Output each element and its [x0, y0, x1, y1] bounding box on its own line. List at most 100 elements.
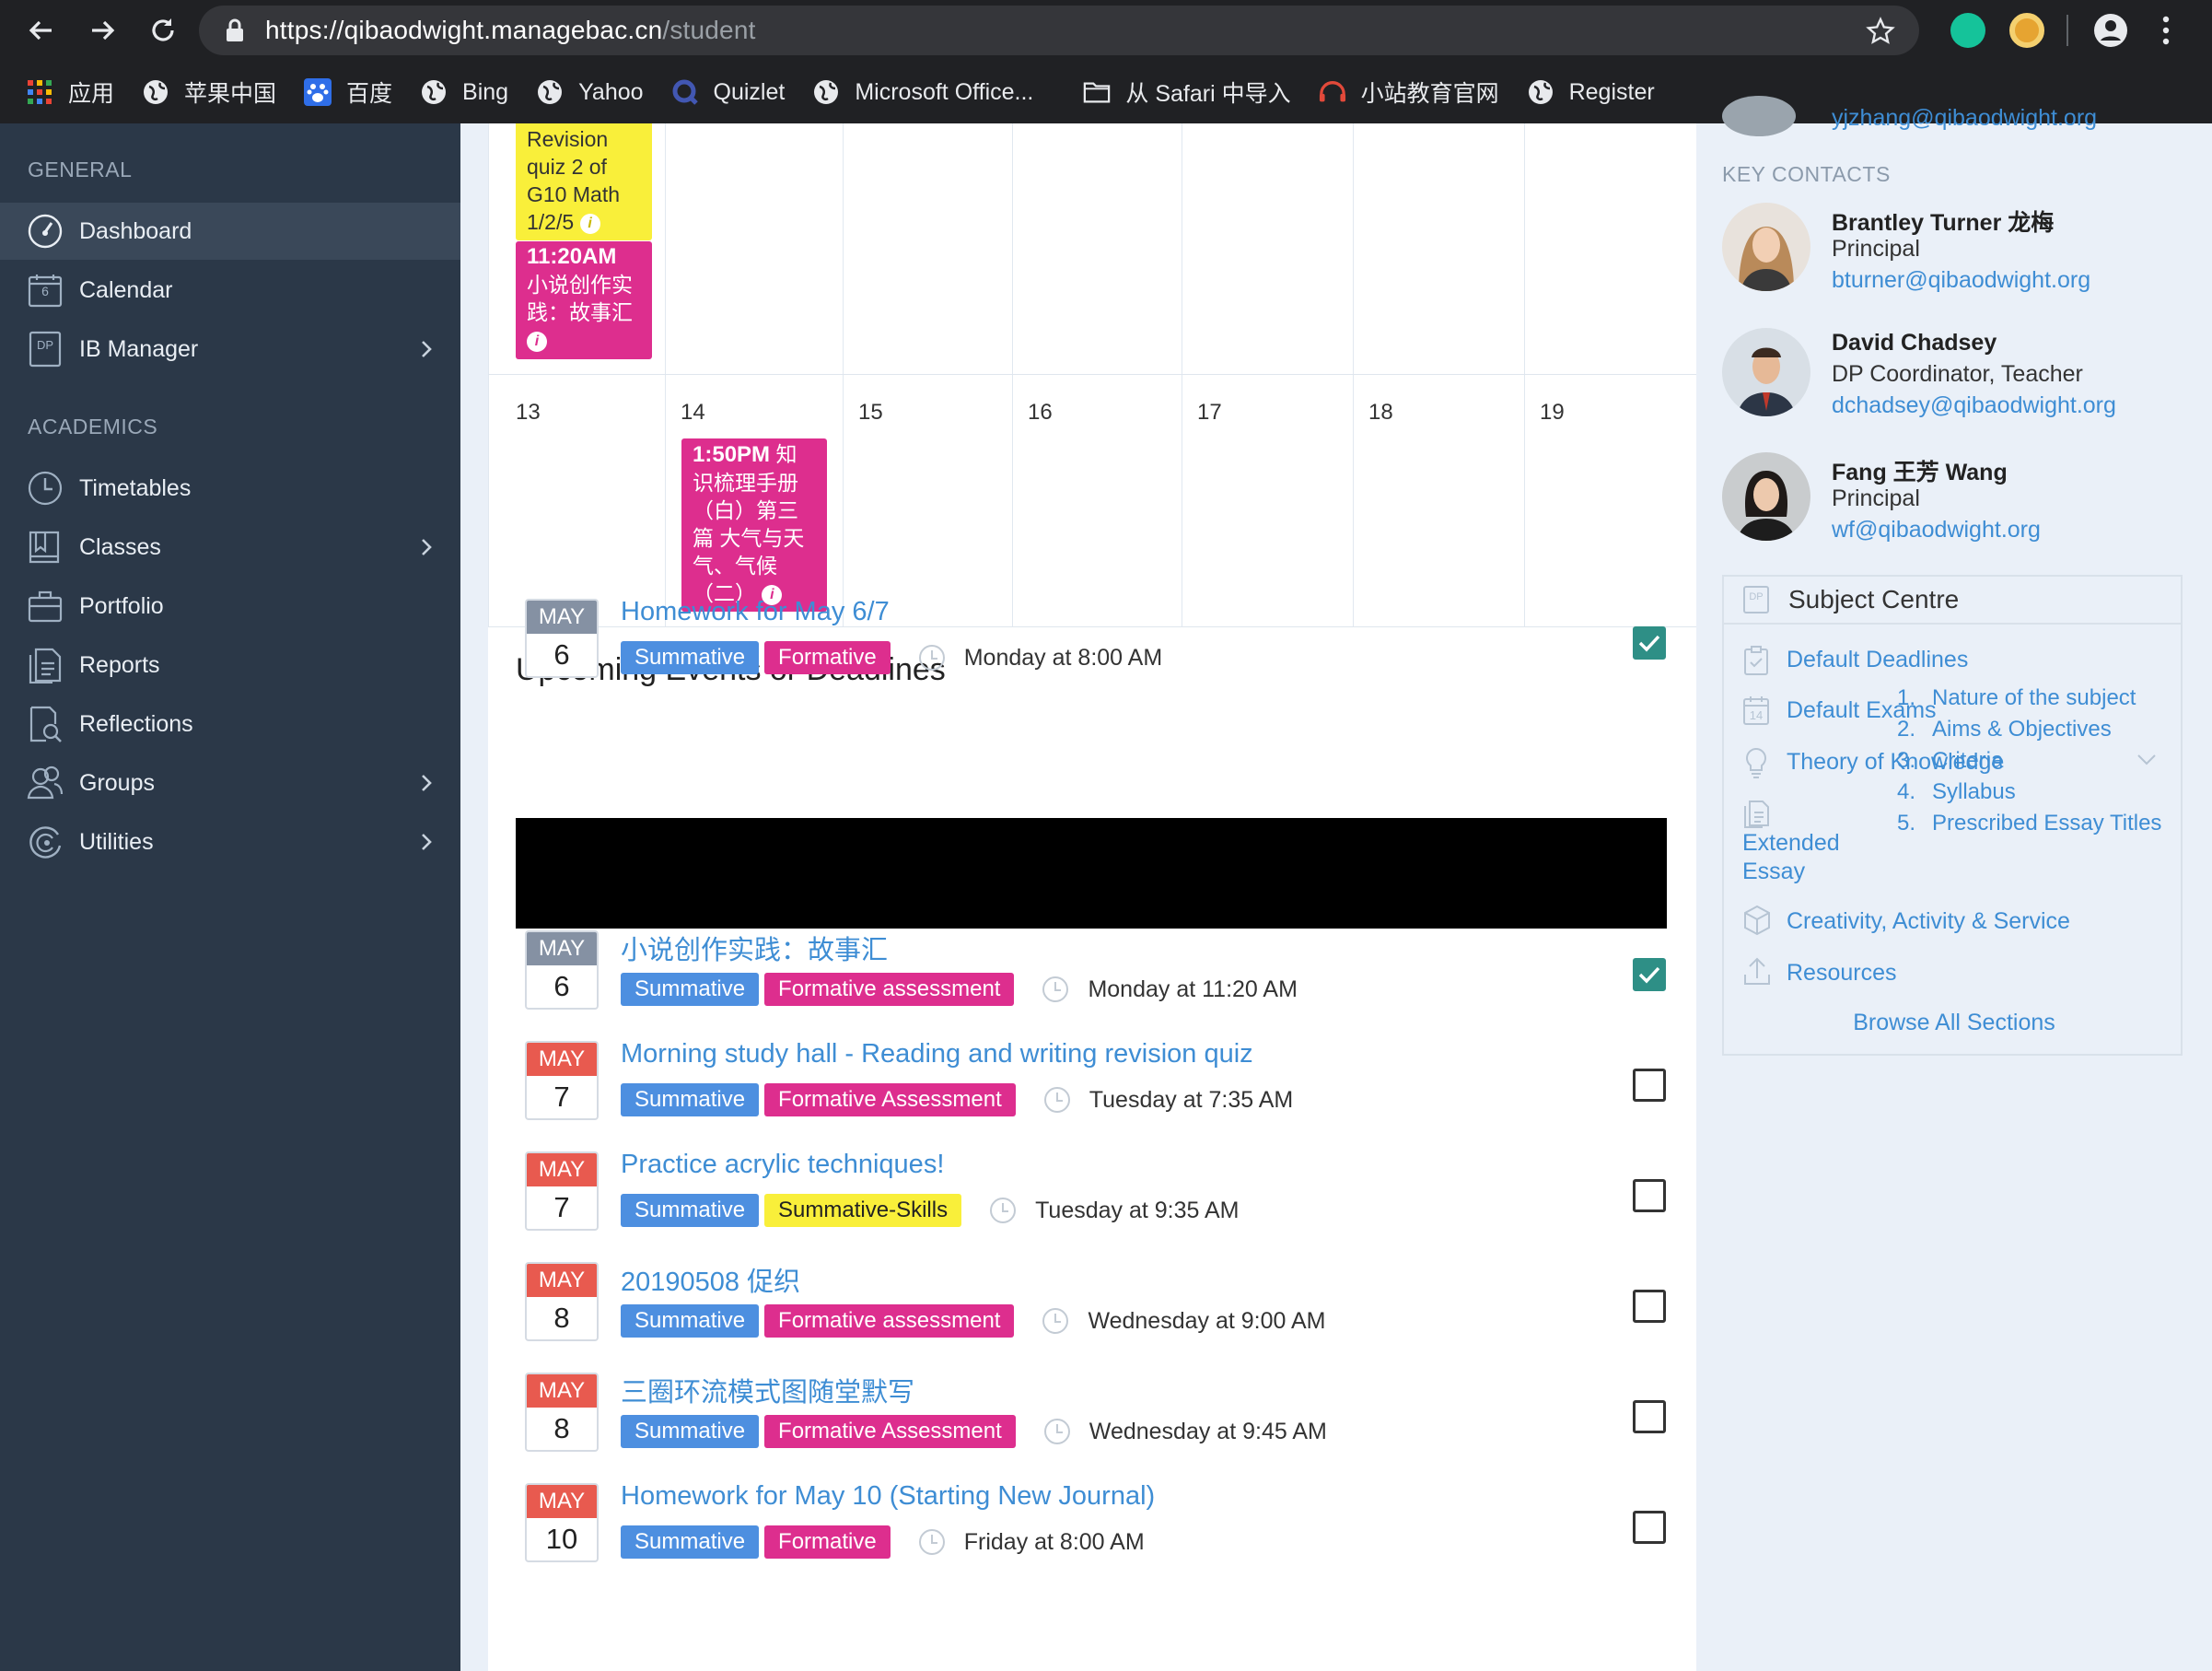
event-complete-checkbox[interactable] — [1633, 1290, 1666, 1323]
bookmark-register[interactable]: Register — [1527, 78, 1655, 106]
bookmark-apps[interactable]: 应用 — [26, 76, 114, 109]
tok-section-item[interactable]: 5. Prescribed Essay Titles — [1897, 811, 2161, 836]
sidebar-item-dashboard[interactable]: Dashboard — [0, 203, 460, 260]
event-title-link[interactable]: 三圈环流模式图随堂默写 — [621, 1371, 914, 1409]
reload-icon — [152, 18, 174, 41]
contact-email-partial[interactable]: yjzhang@qibaodwight.org — [1832, 105, 2097, 132]
kebab-menu-icon[interactable] — [2160, 15, 2171, 46]
calendar-day-number[interactable]: 14 — [681, 400, 705, 426]
bookmark-yahoo[interactable]: Yahoo — [536, 78, 644, 106]
event-tag: Summative — [621, 973, 760, 1006]
event-complete-checkbox[interactable] — [1633, 958, 1666, 991]
event-title-link[interactable]: Homework for May 10 (Starting New Journa… — [621, 1481, 1155, 1512]
event-month: MAY — [527, 1485, 597, 1518]
info-icon[interactable]: i — [527, 331, 547, 352]
event-title-link[interactable]: Homework for May 6/7 — [621, 597, 890, 627]
chevron-down-icon[interactable] — [2136, 754, 2157, 766]
calendar-day-number[interactable]: 15 — [858, 400, 883, 426]
event-complete-checkbox[interactable] — [1633, 1511, 1666, 1544]
event-tag: Formative assessment — [764, 1304, 1015, 1338]
right-panel: yjzhang@qibaodwight.org KEY CONTACTS Bra… — [1696, 96, 2212, 1671]
contact-email[interactable]: dchadsey@qibaodwight.org — [1832, 392, 2116, 419]
contact-email[interactable]: bturner@qibaodwight.org — [1832, 267, 2090, 294]
forward-button[interactable] — [81, 9, 123, 52]
tok-section-item[interactable]: 3. Criteria — [1897, 748, 2003, 774]
bookmark-baidu[interactable]: 百度 — [304, 76, 392, 109]
bookmark-quizlet[interactable]: Quizlet — [671, 78, 785, 106]
back-button[interactable] — [20, 9, 63, 52]
lock-icon — [227, 18, 243, 41]
sidebar-item-ib-manager[interactable]: DP IB Manager — [0, 321, 460, 378]
event-title-link[interactable]: Morning study hall - Reading and writing… — [621, 1039, 1253, 1069]
calendar-event[interactable]: Revision quiz 2 of G10 Math 1/2/5 i — [516, 123, 652, 240]
event-title-link[interactable]: 20190508 促织 — [621, 1260, 800, 1299]
sidebar-item-classes[interactable]: Classes — [0, 519, 460, 576]
calendar-day-number[interactable]: 13 — [516, 400, 541, 426]
calendar-event[interactable]: 1:50PM 知识梳理手册（白）第三篇 大气与天气、气候（二） i — [681, 438, 827, 612]
upcoming-event-row: MAY 7 Practice acrylic techniques! Summa… — [516, 1150, 1667, 1251]
browse-all-sections-link[interactable]: Browse All Sections — [1724, 1010, 2184, 1036]
profile-icon[interactable] — [2093, 13, 2128, 48]
sidebar-item-utilities[interactable]: Utilities — [0, 813, 460, 871]
calendar-day-number[interactable]: 17 — [1197, 400, 1222, 426]
contact-card: Fang 王芳 Wang Principal wf@qibaodwight.or… — [1722, 452, 2201, 544]
bookmark-apple-china[interactable]: 苹果中国 — [142, 76, 276, 109]
sidebar-item-calendar[interactable]: 6 Calendar — [0, 262, 460, 319]
sidebar-item-groups[interactable]: Groups — [0, 754, 460, 812]
calendar-event-text: Revision quiz 2 of G10 Math 1/2/5 — [527, 127, 620, 234]
contact-email[interactable]: wf@qibaodwight.org — [1832, 517, 2041, 543]
event-title-link[interactable]: Practice acrylic techniques! — [621, 1150, 944, 1180]
cube-icon — [1744, 905, 1770, 936]
contact-card: David Chadsey DP Coordinator, Teacher dc… — [1722, 328, 2201, 420]
bookmark-microsoft-office[interactable]: Microsoft Office... — [812, 78, 1033, 106]
event-tags: Summative Formative Assessment Wednesday … — [621, 1415, 1327, 1448]
calendar-day-number[interactable]: 16 — [1028, 400, 1053, 426]
reload-button[interactable] — [142, 9, 184, 52]
event-complete-checkbox[interactable] — [1633, 1179, 1666, 1212]
calendar-event[interactable]: 11:20AM 小说创作实践：故事汇 i — [516, 241, 652, 359]
sidebar-item-portfolio[interactable]: Portfolio — [0, 578, 460, 635]
event-date-badge: MAY 8 — [525, 1373, 599, 1452]
upcoming-event-row: MAY 8 三圈环流模式图随堂默写 Summative Formative Ass… — [516, 1371, 1667, 1472]
info-icon[interactable]: i — [579, 213, 600, 234]
event-complete-checkbox[interactable] — [1633, 1069, 1666, 1102]
address-bar[interactable]: https://qibaodwight.managebac.cn/student — [199, 6, 1919, 55]
bookmark-label: Yahoo — [578, 78, 644, 105]
grammarly-extension-icon[interactable] — [1950, 13, 1985, 48]
dp-icon-text: DP — [36, 338, 54, 352]
event-title-link[interactable]: 小说创作实践：故事汇 — [621, 929, 888, 967]
sidebar-item-timetables[interactable]: Timetables — [0, 460, 460, 517]
event-tag: Formative — [764, 1525, 891, 1559]
subject-link-cas[interactable]: Creativity, Activity & Service — [1787, 908, 2070, 935]
subject-link-default-deadlines[interactable]: Default Deadlines — [1787, 647, 1968, 673]
star-icon[interactable] — [1866, 17, 1895, 46]
event-complete-checkbox[interactable] — [1633, 1400, 1666, 1433]
sidebar-item-reflections[interactable]: Reflections — [0, 695, 460, 753]
bookmark-xiaozhan[interactable]: 小站教育官网 — [1319, 76, 1499, 109]
calendar-day-number[interactable]: 19 — [1540, 400, 1565, 426]
arrow-right-icon — [92, 20, 115, 41]
avatar — [1722, 452, 1810, 541]
tok-section-item[interactable]: 4. Syllabus — [1897, 779, 2016, 805]
globe-icon — [536, 78, 564, 106]
url-text: https://qibaodwight.managebac.cn/student — [265, 16, 756, 44]
event-due-text: Monday at 11:20 AM — [1088, 976, 1298, 1002]
subject-link-resources[interactable]: Resources — [1787, 960, 1897, 987]
lightbulb-icon — [1746, 747, 1766, 778]
clock-icon — [918, 645, 945, 671]
event-complete-checkbox[interactable] — [1633, 626, 1666, 660]
tok-section-item[interactable]: 2. Aims & Objectives — [1897, 717, 2112, 742]
bookmark-bing[interactable]: Bing — [420, 78, 508, 106]
subject-link-extended-essay[interactable]: Extended Essay — [1742, 829, 1871, 886]
contact-name: Brantley Turner 龙梅 — [1832, 210, 2055, 236]
event-day: 7 — [553, 1191, 570, 1223]
event-due-text: Wednesday at 9:45 AM — [1089, 1418, 1327, 1444]
clock-icon — [1043, 1087, 1070, 1113]
tok-section-item[interactable]: 1. Nature of the subject — [1897, 685, 2136, 711]
event-date-badge: MAY 6 — [525, 930, 599, 1010]
sidebar-item-reports[interactable]: Reports — [0, 637, 460, 694]
bookmark-folder-safari-import[interactable]: 从 Safari 中导入 — [1083, 76, 1291, 109]
cookie-extension-icon[interactable] — [2009, 13, 2044, 48]
briefcase-icon — [26, 587, 64, 625]
calendar-day-number[interactable]: 18 — [1368, 400, 1393, 426]
